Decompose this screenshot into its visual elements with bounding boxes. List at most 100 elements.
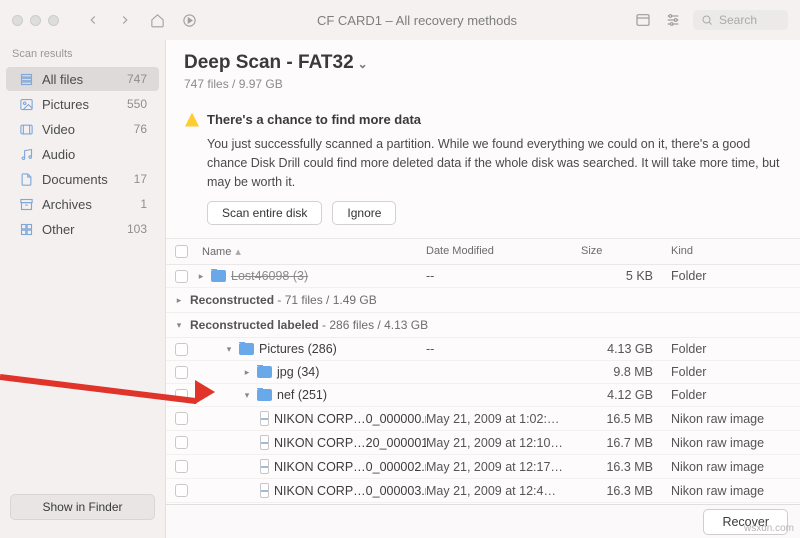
sidebar-item-count: 1 <box>140 197 147 211</box>
sidebar-item-label: Video <box>42 122 126 137</box>
file-icon <box>260 411 269 426</box>
stack-icon <box>18 71 34 87</box>
disclosure-icon[interactable]: ▸ <box>242 367 252 377</box>
row-kind: Nikon raw image <box>671 484 800 498</box>
col-name[interactable]: Name▴ <box>196 245 426 258</box>
row-checkbox[interactable] <box>175 366 188 379</box>
row-kind: Folder <box>671 388 800 402</box>
disclosure-icon[interactable]: ▾ <box>224 344 234 354</box>
sidebar-item-all-files[interactable]: All files747 <box>6 67 159 91</box>
disclosure-icon[interactable]: ▾ <box>174 320 184 330</box>
window-controls <box>12 15 59 26</box>
table-row[interactable]: NIKON CORP…0_000003.nefMay 21, 2009 at 1… <box>166 479 800 503</box>
forward-button[interactable] <box>113 8 137 32</box>
notice-body: You just successfully scanned a partitio… <box>207 135 781 191</box>
sidebar-item-count: 76 <box>134 122 147 136</box>
search-icon <box>701 14 713 26</box>
row-checkbox[interactable] <box>175 412 188 425</box>
sidebar-item-audio[interactable]: Audio <box>6 142 159 166</box>
archive-icon <box>18 196 34 212</box>
row-date: May 21, 2009 at 12:10… <box>426 436 581 450</box>
warning-icon <box>185 113 199 127</box>
picture-icon <box>18 96 34 112</box>
group-label: Reconstructed labeled - 286 files / 4.13… <box>190 318 428 332</box>
table-row[interactable]: NIKON CORP…0_000000.nefMay 21, 2009 at 1… <box>166 407 800 431</box>
document-icon <box>18 171 34 187</box>
sort-asc-icon: ▴ <box>235 245 241 258</box>
row-date: May 21, 2009 at 1:02:… <box>426 412 581 426</box>
scan-entire-disk-button[interactable]: Scan entire disk <box>207 201 322 225</box>
row-date: -- <box>426 269 581 283</box>
row-size: 16.3 MB <box>581 484 671 498</box>
row-kind: Folder <box>671 342 800 356</box>
row-checkbox[interactable] <box>175 436 188 449</box>
minimize-dot[interactable] <box>30 15 41 26</box>
scan-title[interactable]: Deep Scan - FAT32⌄ <box>184 52 368 74</box>
row-name: Lost46098 (3) <box>231 269 308 283</box>
disclosure-icon[interactable]: ▸ <box>196 271 206 281</box>
sidebar-item-label: Archives <box>42 197 132 212</box>
row-checkbox[interactable] <box>175 484 188 497</box>
window-title: CF CARD1 – All recovery methods <box>209 13 625 28</box>
row-size: 4.12 GB <box>581 388 671 402</box>
row-name: NIKON CORP…0_000002.nef <box>274 460 426 474</box>
view-options-icon[interactable] <box>633 10 653 30</box>
show-in-finder-button[interactable]: Show in Finder <box>10 494 155 520</box>
back-button[interactable] <box>81 8 105 32</box>
sidebar: Scan results All files747Pictures550Vide… <box>0 40 165 538</box>
row-kind: Nikon raw image <box>671 412 800 426</box>
row-size: 4.13 GB <box>581 342 671 356</box>
scan-summary: 747 files / 9.97 GB <box>184 77 782 91</box>
col-size[interactable]: Size <box>581 245 671 258</box>
home-button[interactable] <box>145 8 169 32</box>
disclosure-icon[interactable]: ▾ <box>242 390 252 400</box>
sidebar-item-count: 103 <box>127 222 147 236</box>
sidebar-item-label: Pictures <box>42 97 119 112</box>
row-size: 16.3 MB <box>581 460 671 474</box>
folder-icon <box>257 389 272 401</box>
row-size: 16.5 MB <box>581 412 671 426</box>
filter-icon[interactable] <box>663 10 683 30</box>
table-row[interactable]: ▸jpg (34)9.8 MBFolder <box>166 361 800 384</box>
sidebar-item-archives[interactable]: Archives 1 <box>6 192 159 216</box>
sidebar-item-documents[interactable]: Documents17 <box>6 167 159 191</box>
row-kind: Nikon raw image <box>671 436 800 450</box>
sidebar-item-other[interactable]: Other103 <box>6 217 159 241</box>
row-checkbox[interactable] <box>175 389 188 402</box>
resume-scan-button[interactable] <box>177 8 201 32</box>
table-row[interactable]: ▾nef (251)4.12 GBFolder <box>166 384 800 407</box>
file-icon <box>260 483 269 498</box>
disclosure-icon[interactable]: ▸ <box>174 295 184 305</box>
group-row[interactable]: ▸ Lost46098 (3) --5 KBFolder <box>166 265 800 288</box>
group-header[interactable]: ▸Reconstructed - 71 files / 1.49 GB <box>166 288 800 313</box>
select-all-checkbox[interactable] <box>175 245 188 258</box>
sidebar-item-label: All files <box>42 72 119 87</box>
sidebar-item-video[interactable]: Video 76 <box>6 117 159 141</box>
table-row[interactable]: NIKON CORP…20_000001.nefMay 21, 2009 at … <box>166 431 800 455</box>
row-size: 5 KB <box>581 269 671 283</box>
table-row[interactable]: ▾Pictures (286)--4.13 GBFolder <box>166 338 800 361</box>
file-icon <box>260 435 269 450</box>
zoom-dot[interactable] <box>48 15 59 26</box>
folder-icon <box>239 343 254 355</box>
row-checkbox[interactable] <box>175 343 188 356</box>
sidebar-item-label: Audio <box>42 147 139 162</box>
sidebar-item-pictures[interactable]: Pictures550 <box>6 92 159 116</box>
row-date: -- <box>426 342 581 356</box>
row-kind: Folder <box>671 269 800 283</box>
ignore-button[interactable]: Ignore <box>332 201 396 225</box>
row-date: May 21, 2009 at 12:17… <box>426 460 581 474</box>
col-date[interactable]: Date Modified <box>426 245 581 258</box>
row-kind: Nikon raw image <box>671 460 800 474</box>
notice-title: There's a chance to find more data <box>207 112 421 127</box>
table-row[interactable]: NIKON CORP…0_000002.nefMay 21, 2009 at 1… <box>166 455 800 479</box>
search-input[interactable]: Search <box>693 10 788 30</box>
row-checkbox[interactable] <box>175 270 188 283</box>
sidebar-item-label: Documents <box>42 172 126 187</box>
close-dot[interactable] <box>12 15 23 26</box>
group-header[interactable]: ▾ Reconstructed labeled - 286 files / 4.1… <box>166 313 800 338</box>
row-checkbox[interactable] <box>175 460 188 473</box>
row-kind: Folder <box>671 365 800 379</box>
col-kind[interactable]: Kind <box>671 245 800 258</box>
content-pane: Deep Scan - FAT32⌄ 747 files / 9.97 GB T… <box>165 40 800 538</box>
